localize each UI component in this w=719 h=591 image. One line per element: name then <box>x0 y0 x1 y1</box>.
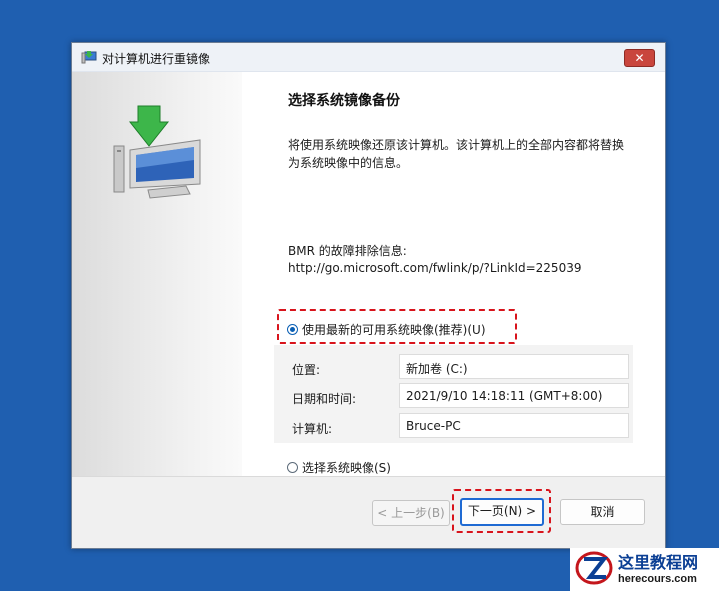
close-button[interactable]: ✕ <box>624 49 655 67</box>
location-value: 新加卷 (C:) <box>399 354 629 379</box>
watermark-text: 这里教程网 herecours.com <box>618 552 699 586</box>
reimage-dialog: 对计算机进行重镜像 ✕ 选择系统镜像备份 将使用系统映像还原该计算机。该计算机上… <box>71 42 666 549</box>
backup-restore-icon <box>81 50 97 64</box>
bmr-troubleshoot-label: BMR 的故障排除信息: <box>288 244 407 258</box>
radio-unchecked-icon[interactable] <box>287 462 298 473</box>
datetime-label: 日期和时间: <box>292 392 357 406</box>
radio-latest-image-label: 使用最新的可用系统映像(推荐)(U) <box>302 323 486 337</box>
next-button[interactable]: 下一页(N) > <box>460 498 544 526</box>
wizard-footer: < 上一步(B) 下一页(N) > 取消 <box>72 476 665 548</box>
watermark-site-name: 这里教程网 <box>618 552 699 572</box>
description-text: 将使用系统映像还原该计算机。该计算机上的全部内容都将替换为系统映像中的信息。 <box>288 138 625 170</box>
computer-label: 计算机: <box>292 422 333 436</box>
window-title: 对计算机进行重镜像 <box>102 52 211 66</box>
wizard-content: 选择系统镜像备份 将使用系统映像还原该计算机。该计算机上的全部内容都将替换为系统… <box>242 72 665 477</box>
radio-select-image[interactable]: 选择系统映像(S) <box>287 459 391 476</box>
bmr-troubleshoot-link[interactable]: http://go.microsoft.com/fwlink/p/?LinkId… <box>288 261 581 275</box>
radio-latest-image[interactable]: 使用最新的可用系统映像(推荐)(U) <box>287 321 486 338</box>
computer-restore-icon <box>108 102 208 205</box>
wizard-sidebar <box>72 72 242 477</box>
location-label: 位置: <box>292 363 321 377</box>
radio-select-image-label: 选择系统映像(S) <box>302 461 391 475</box>
datetime-value: 2021/9/10 14:18:11 (GMT+8:00) <box>399 383 629 408</box>
image-info-panel: 位置: 新加卷 (C:) 日期和时间: 2021/9/10 14:18:11 (… <box>274 345 633 443</box>
site-logo-icon <box>574 549 614 590</box>
site-watermark: 这里教程网 herecours.com <box>570 548 719 591</box>
radio-checked-icon[interactable] <box>287 324 298 335</box>
title-bar: 对计算机进行重镜像 ✕ <box>72 43 665 72</box>
watermark-url: herecours.com <box>618 572 697 585</box>
page-title: 选择系统镜像备份 <box>288 93 400 109</box>
cancel-button[interactable]: 取消 <box>560 499 645 525</box>
computer-value: Bruce-PC <box>399 413 629 438</box>
back-button[interactable]: < 上一步(B) <box>372 500 450 526</box>
